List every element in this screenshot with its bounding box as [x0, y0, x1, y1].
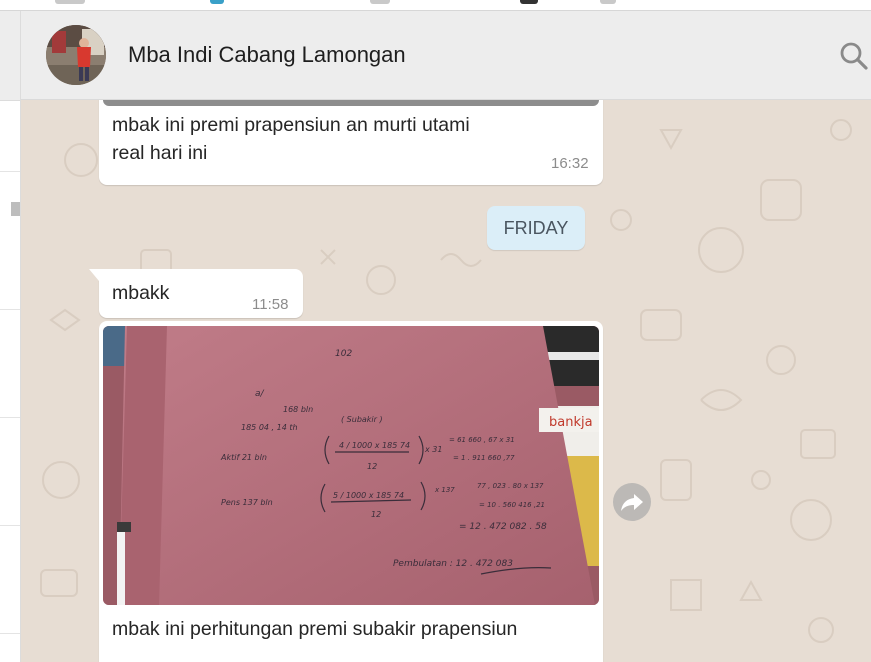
handwriting-line: 168 bln: [283, 405, 313, 414]
message-bubble-incoming[interactable]: mbak ini premi prapensiun an murti utami…: [99, 100, 603, 185]
scrollbar-thumb[interactable]: [11, 202, 20, 216]
handwriting-line: 12: [367, 462, 377, 471]
date-divider: FRIDAY: [487, 206, 585, 250]
divider: [0, 633, 20, 634]
handwriting-line: Aktif 21 bln: [220, 453, 267, 462]
handwriting-line: = 10 . 560 416 ,21: [479, 501, 545, 509]
handwriting-line: x 31: [424, 445, 442, 454]
photo-sign-text: bankja: [549, 415, 593, 430]
message-text: mbak ini premi prapensiun an murti utami: [112, 114, 470, 136]
message-bubble-incoming[interactable]: 102 a/ 168 bln 185 04 , 14 th ( Subakir …: [99, 321, 603, 662]
divider: [0, 525, 20, 526]
search-icon: [840, 42, 868, 70]
forward-button[interactable]: [613, 483, 651, 521]
date-divider-label: FRIDAY: [503, 218, 569, 238]
handwriting-line: 4 / 1000 x 185 74: [339, 441, 410, 450]
bubble-tail: [89, 269, 99, 281]
forward-icon: [621, 494, 643, 511]
message-bubble-incoming[interactable]: mbakk 11:58: [89, 269, 303, 318]
handwriting-line: 77 , 023 . 80 x 137: [477, 482, 544, 490]
browser-tab-fragment: [210, 0, 224, 4]
handwriting-line: x 137: [434, 486, 455, 494]
message-image-fragment[interactable]: [103, 100, 599, 106]
message-time: 16:32: [551, 155, 589, 172]
handwriting-line: 185 04 , 14 th: [241, 423, 298, 432]
handwriting-line: = 61 660 , 67 x 31: [449, 436, 515, 444]
handwriting-line: 102: [335, 349, 352, 359]
message-caption: mbak ini perhitungan premi subakir prape…: [112, 618, 518, 640]
message-photo[interactable]: 102 a/ 168 bln 185 04 , 14 th ( Subakir …: [103, 326, 599, 605]
chat-header[interactable]: Mba Indi Cabang Lamongan: [21, 11, 871, 100]
handwriting-line: = 1 . 911 660 ,77: [453, 454, 515, 462]
handwriting-line: = 12 . 472 082 . 58: [459, 522, 547, 532]
handwriting-line: Pens 137 bln: [221, 498, 273, 507]
message-time: 11:58: [252, 296, 289, 313]
handwriting-line: a/: [255, 389, 265, 399]
divider: [0, 171, 20, 172]
message-text: real hari ini: [112, 142, 208, 164]
handwriting-line: 5 / 1000 x 185 74: [333, 491, 404, 500]
divider: [0, 309, 20, 310]
chat-list-edge: [0, 11, 21, 662]
chat-body[interactable]: mbak ini premi prapensiun an murti utami…: [21, 100, 871, 662]
browser-tab-fragment: [600, 0, 616, 4]
chat-list-header-edge: [0, 11, 20, 101]
handwriting-line: Pembulatan : 12 . 472 083: [393, 559, 513, 569]
handwriting-line: ( Subakir ): [341, 415, 383, 424]
contact-avatar[interactable]: [46, 25, 106, 85]
browser-tab-fragment: [370, 0, 390, 4]
contact-name[interactable]: Mba Indi Cabang Lamongan: [128, 42, 406, 68]
browser-top-strip: [0, 0, 871, 11]
search-button[interactable]: [837, 39, 871, 73]
handwriting-line: 12: [371, 510, 381, 519]
divider: [0, 417, 20, 418]
message-text: mbakk: [112, 282, 170, 304]
browser-tab-fragment: [520, 0, 538, 4]
browser-tab-fragment: [55, 0, 85, 4]
